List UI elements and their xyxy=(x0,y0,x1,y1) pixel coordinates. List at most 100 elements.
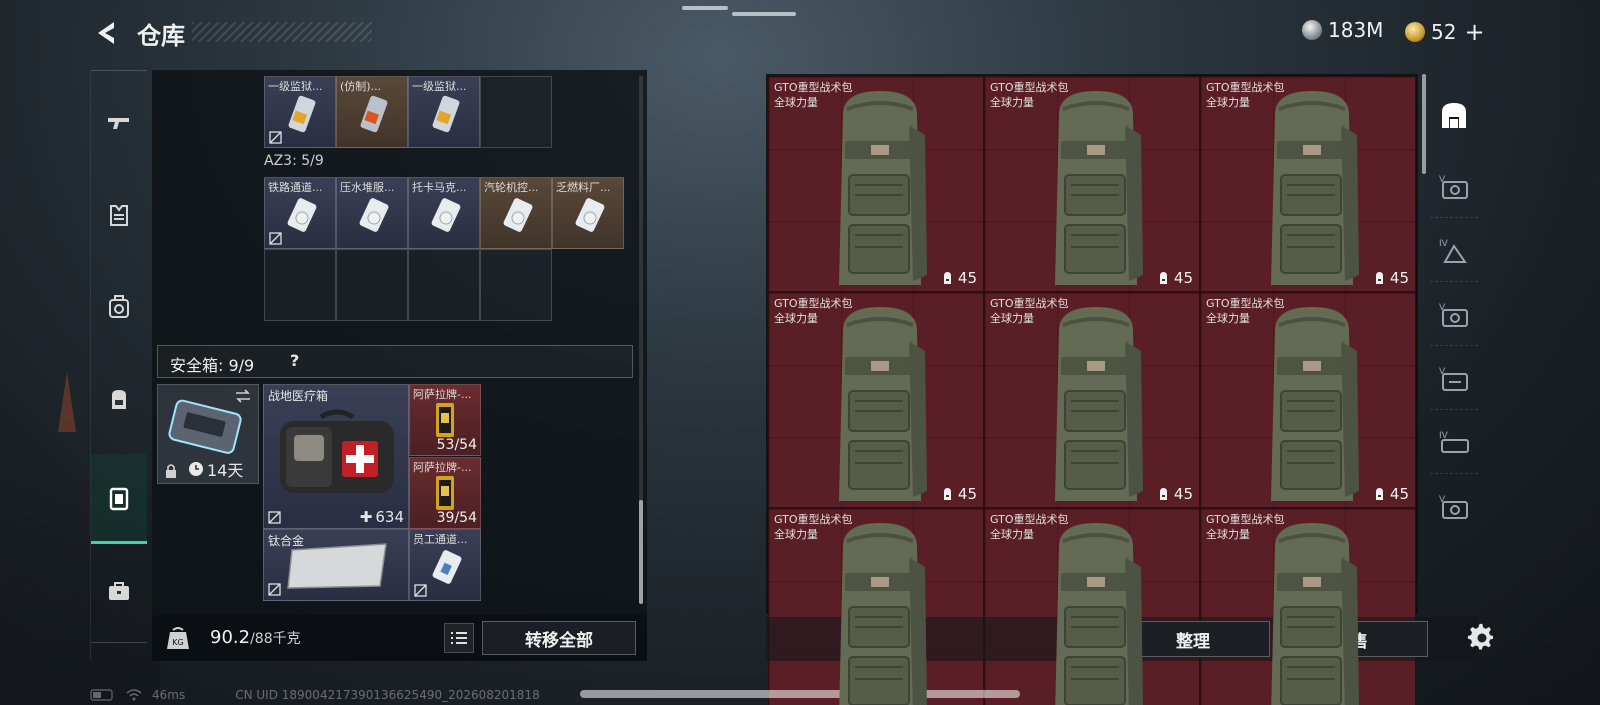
no-insure-icon xyxy=(268,511,281,524)
item-slot[interactable]: 阿萨拉牌-... 53/54 xyxy=(409,384,481,456)
alloy-slot[interactable]: 钛合金 xyxy=(263,529,409,601)
item-title: GTO重型战术包 xyxy=(774,81,853,94)
item-subtitle: 全球力量 xyxy=(774,527,818,541)
storage-backpack-item[interactable]: GTO重型战术包 全球力量 xyxy=(768,508,984,705)
backpack-art-icon xyxy=(1055,307,1143,501)
item-count: 39/54 xyxy=(436,510,477,526)
item-slot[interactable]: 压水堆服... xyxy=(336,177,408,249)
filter-iv-icon: IV xyxy=(1439,431,1469,453)
uid-text: CN UID 18900421739013662549​0_2026082018… xyxy=(235,688,540,702)
medkit-slot[interactable]: 战地医疗箱 ✚ 634 xyxy=(263,384,409,529)
safebox-icon xyxy=(109,487,129,510)
filter-level-v[interactable]: V xyxy=(1430,348,1478,410)
swap-icon[interactable] xyxy=(234,389,252,403)
storage-backpack-item[interactable]: GTO重型战术包 全球力量 xyxy=(984,508,1200,705)
capacity-value: 45 xyxy=(1173,269,1193,287)
filter-iv-icon: IV xyxy=(1439,239,1467,263)
item-slot[interactable]: 汽轮机控... xyxy=(480,177,552,249)
safe-box-header: 安全箱: 9/9 ? xyxy=(157,345,633,378)
storage-backpack-item[interactable]: GTO重型战术包 全球力量 45 xyxy=(984,292,1200,508)
item-slot[interactable]: 托卡马克... xyxy=(408,177,480,249)
filter-level-v[interactable]: V xyxy=(1430,284,1478,346)
gold-currency: 52 + xyxy=(1405,18,1485,46)
az3-capacity-label: AZ3: 5/9 xyxy=(264,153,324,169)
filter-level-iv[interactable]: IV xyxy=(1430,220,1478,282)
filter-level-v[interactable]: V xyxy=(1430,156,1478,218)
inventory-scrollbar-thumb[interactable] xyxy=(639,500,643,604)
title-decoration xyxy=(192,22,372,42)
backpack-icon xyxy=(112,390,126,409)
item-name: 托卡马克... xyxy=(412,181,467,194)
home-indicator[interactable] xyxy=(580,690,1020,698)
item-subtitle: 全球力量 xyxy=(1206,95,1250,109)
item-title: GTO重型战术包 xyxy=(990,81,1069,94)
settings-gear-icon[interactable] xyxy=(1467,623,1497,653)
item-slot[interactable]: 员工通道... xyxy=(409,529,481,601)
list-icon xyxy=(451,632,467,644)
item-name: GTO重型战术包 全球力量 xyxy=(1206,297,1285,327)
battery-icon xyxy=(90,689,113,701)
no-insure-icon xyxy=(268,583,281,596)
item-name: 铁路通道... xyxy=(268,181,323,194)
item-slot[interactable]: 阿萨拉牌-... 39/54 xyxy=(409,457,481,529)
nav-case[interactable] xyxy=(91,546,147,636)
item-subtitle: 全球力量 xyxy=(990,527,1034,541)
nav-safe-box[interactable] xyxy=(91,454,147,544)
list-view-button[interactable] xyxy=(444,623,474,653)
item-name: 员工通道... xyxy=(413,533,468,546)
empty-slot xyxy=(336,249,408,321)
add-gold-button[interactable]: + xyxy=(1464,18,1484,46)
nav-armor[interactable] xyxy=(91,170,147,260)
nav-weapons[interactable] xyxy=(91,78,147,168)
pistol-icon xyxy=(108,118,129,129)
storage-backpack-item[interactable]: GTO重型战术包 全球力量 45 xyxy=(1200,292,1416,508)
backpack-art-icon xyxy=(1271,523,1359,705)
filter-level-v[interactable]: V xyxy=(1430,476,1478,538)
duration-badge: 14天 xyxy=(188,457,243,481)
durability-badge: ✚ 634 xyxy=(360,508,404,526)
access-card-icon xyxy=(287,198,317,232)
cigarette-pack-icon xyxy=(436,476,454,510)
item-slot[interactable]: 一级监狱... xyxy=(264,76,336,148)
back-button[interactable] xyxy=(92,18,122,48)
storage-scrollbar[interactable] xyxy=(1422,74,1426,174)
safe-case-container[interactable]: 14天 xyxy=(157,384,259,484)
empty-slot xyxy=(408,249,480,321)
safe-box-title: 安全箱: 9/9 xyxy=(170,356,255,375)
item-slot[interactable]: 铁路通道... xyxy=(264,177,336,249)
item-slot[interactable]: (仿制)... xyxy=(336,76,408,148)
capacity-badge: 45 xyxy=(1373,269,1409,287)
item-slot[interactable]: 乏燃料厂... xyxy=(552,177,624,249)
item-subtitle: 全球力量 xyxy=(990,95,1034,109)
capacity-badge: 45 xyxy=(1157,269,1193,287)
item-name: 压水堆服... xyxy=(340,181,395,194)
filter-all-storage[interactable] xyxy=(1430,84,1478,146)
capacity-value: 45 xyxy=(957,485,977,503)
empty-slot xyxy=(480,249,552,321)
item-subtitle: 全球力量 xyxy=(1206,311,1250,325)
storage-backpack-item[interactable]: GTO重型战术包 全球力量 xyxy=(1200,508,1416,705)
item-slot[interactable]: 一级监狱... xyxy=(408,76,480,148)
nav-chest-rig[interactable] xyxy=(91,262,147,352)
filter-level-iv[interactable]: IV xyxy=(1430,412,1478,474)
backpack-small-icon xyxy=(1375,272,1383,284)
help-button[interactable]: ? xyxy=(290,351,299,370)
nav-backpack[interactable] xyxy=(91,354,147,444)
access-card-icon xyxy=(575,198,605,232)
storage-backpack-item[interactable]: GTO重型战术包 全球力量 45 xyxy=(768,76,984,292)
empty-slot xyxy=(480,76,552,148)
transfer-all-button[interactable]: 转移全部 xyxy=(482,621,636,655)
gold-amount: 52 xyxy=(1431,20,1457,44)
access-card-icon xyxy=(431,198,461,232)
weight-readout: 90.2/88千克 xyxy=(210,627,301,648)
item-name: GTO重型战术包 全球力量 xyxy=(990,81,1069,111)
weight-max: /88千克 xyxy=(250,631,301,647)
storage-backpack-item[interactable]: GTO重型战术包 全球力量 45 xyxy=(984,76,1200,292)
silver-currency: 183M xyxy=(1302,18,1383,42)
item-name: 战地医疗箱 xyxy=(268,389,329,403)
backpack-art-icon xyxy=(839,91,927,285)
item-name: GTO重型战术包 全球力量 xyxy=(774,513,853,543)
storage-backpack-item[interactable]: GTO重型战术包 全球力量 45 xyxy=(768,292,984,508)
item-name: GTO重型战术包 全球力量 xyxy=(1206,513,1285,543)
storage-backpack-item[interactable]: GTO重型战术包 全球力量 45 xyxy=(1200,76,1416,292)
